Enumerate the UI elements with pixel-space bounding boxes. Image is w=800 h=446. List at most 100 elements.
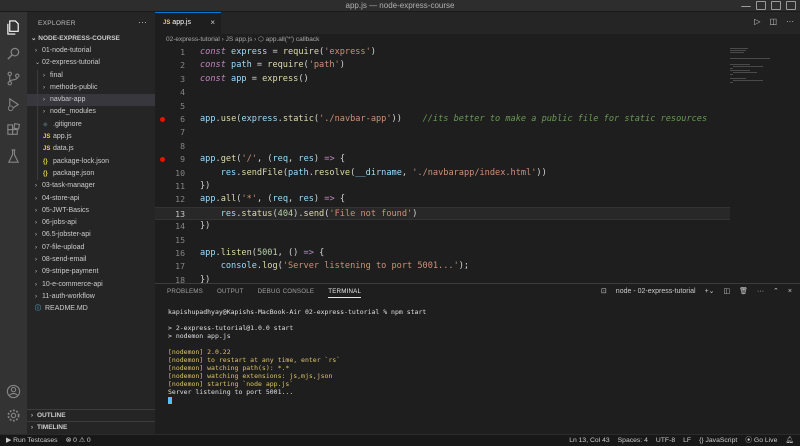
extensions-icon[interactable] [6, 122, 21, 138]
line-number: 16 [175, 248, 185, 258]
cursor-position[interactable]: Ln 13, Col 43 [569, 435, 609, 446]
run-debug-icon[interactable] [6, 97, 21, 112]
code-line[interactable]: 11}) [155, 180, 730, 193]
folder-item[interactable]: › 06.5-jobster-api [27, 229, 155, 241]
folder-item[interactable]: › 03-task-manager [27, 180, 155, 192]
folder-item[interactable]: › 01-node-tutorial [27, 45, 155, 57]
more-actions-icon[interactable]: ··· [138, 17, 147, 27]
source-control-icon[interactable] [6, 71, 21, 86]
folder-item[interactable]: › node_modules [27, 106, 155, 120]
explorer-header: EXPLORER [38, 20, 76, 27]
folder-item[interactable]: › 06-jobs-api [27, 217, 155, 229]
folder-item[interactable]: › 09-stripe-payment [27, 266, 155, 278]
explorer-icon[interactable] [6, 20, 21, 35]
language-mode[interactable]: {} JavaScript [699, 435, 737, 446]
trash-icon[interactable]: 🗑︎ [739, 287, 748, 295]
code-line[interactable]: 3 const app = express() [155, 73, 730, 86]
close-panel-icon[interactable]: × [788, 288, 792, 295]
go-live-button[interactable]: ⦿ Go Live [745, 435, 777, 446]
more-icon[interactable]: ··· [757, 288, 764, 295]
code-line[interactable]: 13 res.status(404).send('File not found'… [155, 206, 730, 221]
code-text: app.get('/', (req, res) => { [200, 154, 345, 165]
code-line[interactable]: 12 app.all('*', (req, res) => { [155, 193, 730, 206]
code-line[interactable]: 5 [155, 100, 730, 113]
encoding[interactable]: UTF-8 [656, 435, 675, 446]
indentation[interactable]: Spaces: 4 [618, 435, 648, 446]
folder-item[interactable]: › 10-e-commerce-api [27, 279, 155, 291]
terminal-selector[interactable]: node - 02-express-tutorial [616, 288, 696, 295]
folder-item[interactable]: › methods-public [27, 81, 155, 95]
project-root[interactable]: ⌄ NODE-EXPRESS-COURSE [31, 34, 120, 42]
line-ending[interactable]: LF [683, 435, 691, 446]
timeline-section[interactable]: › TIMELINE [27, 421, 155, 432]
code-line[interactable]: 2 const path = require('path') [155, 59, 730, 72]
more-icon[interactable]: ··· [786, 17, 794, 26]
file-item[interactable]: ◆ .gitignore [27, 118, 155, 132]
close-window-button[interactable] [786, 1, 796, 10]
folder-item[interactable]: › 05-JWT-Basics [27, 205, 155, 217]
tab-terminal[interactable]: TERMINAL [328, 288, 362, 298]
code-line[interactable]: 18}) [155, 274, 730, 283]
file-item[interactable]: {} package.json [27, 167, 155, 181]
tree-item-label: 07-file-upload [42, 243, 85, 251]
code-text: res.sendFile(path.resolve(__dirname, './… [200, 167, 547, 178]
add-terminal-icon[interactable]: +⌄ [705, 287, 715, 295]
folder-item[interactable]: › 08-send-email [27, 254, 155, 266]
code-line[interactable]: 4 [155, 86, 730, 99]
tab-output[interactable]: OUTPUT [217, 288, 244, 298]
file-item[interactable]: JS app.js [27, 131, 155, 144]
tab-debug-console[interactable]: DEBUG CONSOLE [258, 288, 315, 298]
folder-item[interactable]: › 07-file-upload [27, 242, 155, 254]
folder-item[interactable]: › final [27, 69, 155, 83]
close-tab-icon[interactable]: × [210, 13, 215, 33]
tree-item-label: 02-express-tutorial [42, 59, 100, 67]
code-line[interactable]: 1 const express = require('express') [155, 46, 730, 59]
js-file-icon: JS [43, 146, 51, 153]
terminal-output[interactable]: kapishupadhyay@Kapishs-MacBook-Air 02-ex… [168, 308, 426, 404]
notifications-icon[interactable]: 🔔︎ [785, 435, 794, 446]
terminal-line: [nodemon] 2.0.22 [168, 348, 231, 356]
folder-item[interactable]: › navbar-app [27, 94, 155, 107]
code-editor[interactable]: 1 const express = require('express') 2 cons… [155, 45, 730, 283]
maximize-button[interactable] [756, 1, 766, 10]
code-line[interactable]: 7 [155, 126, 730, 139]
line-number: 10 [175, 167, 185, 178]
code-line[interactable]: 8 [155, 140, 730, 153]
split-terminal-icon[interactable]: ◫ [724, 287, 731, 295]
code-line[interactable]: 9 app.get('/', (req, res) => { [155, 153, 730, 166]
chevron-right-icon: › [35, 293, 37, 300]
code-line[interactable]: 16 app.listen(5001, () => { [155, 247, 730, 260]
code-line[interactable]: 10 res.sendFile(path.resolve(__dirname, … [155, 167, 730, 180]
file-item[interactable]: {} package-lock.json [27, 155, 155, 169]
run-icon[interactable]: ▷ [754, 17, 760, 26]
account-icon[interactable] [6, 384, 21, 399]
testing-icon[interactable] [6, 149, 21, 164]
terminal-line: [nodemon] starting `node app.js` [168, 380, 294, 388]
maximize-panel-icon[interactable]: ⌃ [773, 287, 779, 295]
problems-status[interactable]: ⊗ 0 ⚠ 0 [66, 435, 91, 446]
outline-section[interactable]: › OUTLINE [27, 409, 155, 420]
tree-item-label: 10-e-commerce-api [42, 280, 103, 288]
split-editor-icon[interactable]: ◫ [769, 17, 777, 26]
minimap[interactable] [730, 45, 790, 283]
folder-item[interactable]: › 11-auth-workflow [27, 291, 155, 303]
code-line[interactable]: 15 [155, 234, 730, 247]
folder-item[interactable]: › 04-store-api [27, 193, 155, 205]
restore-button[interactable] [771, 1, 781, 10]
tab-problems[interactable]: PROBLEMS [167, 288, 203, 298]
run-testcases-button[interactable]: ▶ Run Testcases [6, 435, 58, 446]
code-line[interactable]: 17 console.log('Server listening to port… [155, 260, 730, 273]
tree-item-label: final [50, 71, 63, 79]
search-icon[interactable] [6, 46, 21, 61]
tab-app-js[interactable]: JS app.js × [155, 12, 221, 34]
minimize-button[interactable] [741, 1, 751, 7]
code-line[interactable]: 14}) [155, 220, 730, 233]
terminal-line: Server listening to port 5001... [168, 388, 294, 396]
code-line[interactable]: 6 app.use(express.static('./navbar-app'))… [155, 113, 730, 126]
file-item[interactable]: JS data.js [27, 143, 155, 156]
settings-gear-icon[interactable] [6, 408, 21, 423]
file-item[interactable]: ⓘ README.MD [27, 303, 155, 315]
terminal-line: [nodemon] watching extensions: js,mjs,js… [168, 372, 333, 380]
folder-item[interactable]: ⌄ 02-express-tutorial [27, 57, 155, 69]
breadcrumb[interactable]: 02-express-tutorial › JS app.js › ⬡ app.… [155, 34, 800, 45]
